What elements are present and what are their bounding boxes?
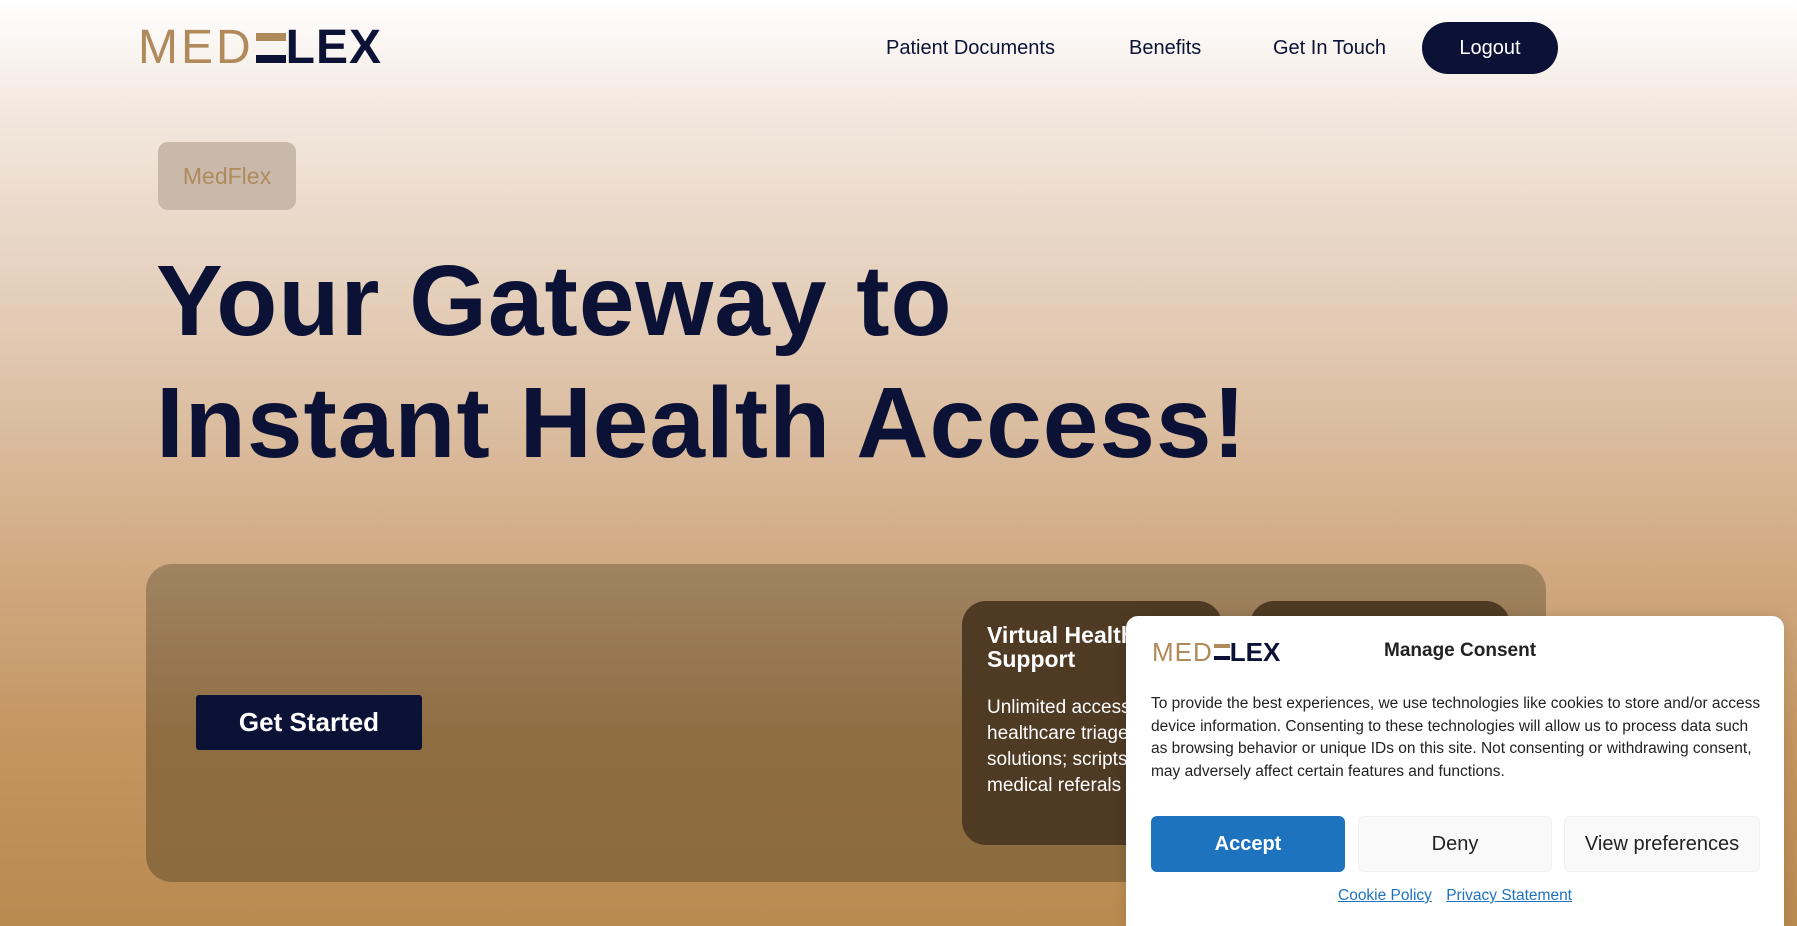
hero-title-line-2: Instant Health Access! bbox=[156, 367, 1247, 479]
logo-f-mark bbox=[255, 33, 286, 63]
medflex-logo[interactable]: MED LEX bbox=[138, 21, 383, 74]
consent-logo-med: MED bbox=[1152, 637, 1213, 667]
nav-get-in-touch[interactable]: Get In Touch bbox=[1273, 22, 1386, 74]
logo-lex-text: LEX bbox=[285, 21, 383, 74]
hero-title: Your Gateway to Instant Health Access! bbox=[156, 240, 1247, 484]
medflex-badge: MedFlex bbox=[158, 142, 296, 210]
cookie-policy-link[interactable]: Cookie Policy bbox=[1338, 887, 1432, 904]
consent-logo: MED LEX bbox=[1152, 638, 1280, 666]
nav-patient-documents[interactable]: Patient Documents bbox=[886, 22, 1055, 74]
consent-logo-f-mark bbox=[1213, 644, 1230, 660]
privacy-statement-link[interactable]: Privacy Statement bbox=[1446, 887, 1572, 904]
accept-button[interactable]: Accept bbox=[1151, 816, 1345, 872]
consent-links: Cookie Policy Privacy Statement bbox=[1126, 887, 1784, 905]
view-preferences-button[interactable]: View preferences bbox=[1564, 816, 1760, 872]
get-started-button[interactable]: Get Started bbox=[196, 695, 422, 750]
logout-button[interactable]: Logout bbox=[1422, 22, 1558, 74]
consent-dialog: MED LEX Manage Consent To provide the be… bbox=[1126, 616, 1784, 926]
consent-logo-lex: LEX bbox=[1229, 637, 1281, 667]
hero-title-line-1: Your Gateway to bbox=[156, 245, 953, 357]
consent-body: To provide the best experiences, we use … bbox=[1151, 695, 1761, 780]
logo-med-text: MED bbox=[138, 21, 254, 74]
consent-title: Manage Consent bbox=[1384, 640, 1537, 661]
deny-button[interactable]: Deny bbox=[1358, 816, 1552, 872]
nav-benefits[interactable]: Benefits bbox=[1129, 22, 1201, 74]
